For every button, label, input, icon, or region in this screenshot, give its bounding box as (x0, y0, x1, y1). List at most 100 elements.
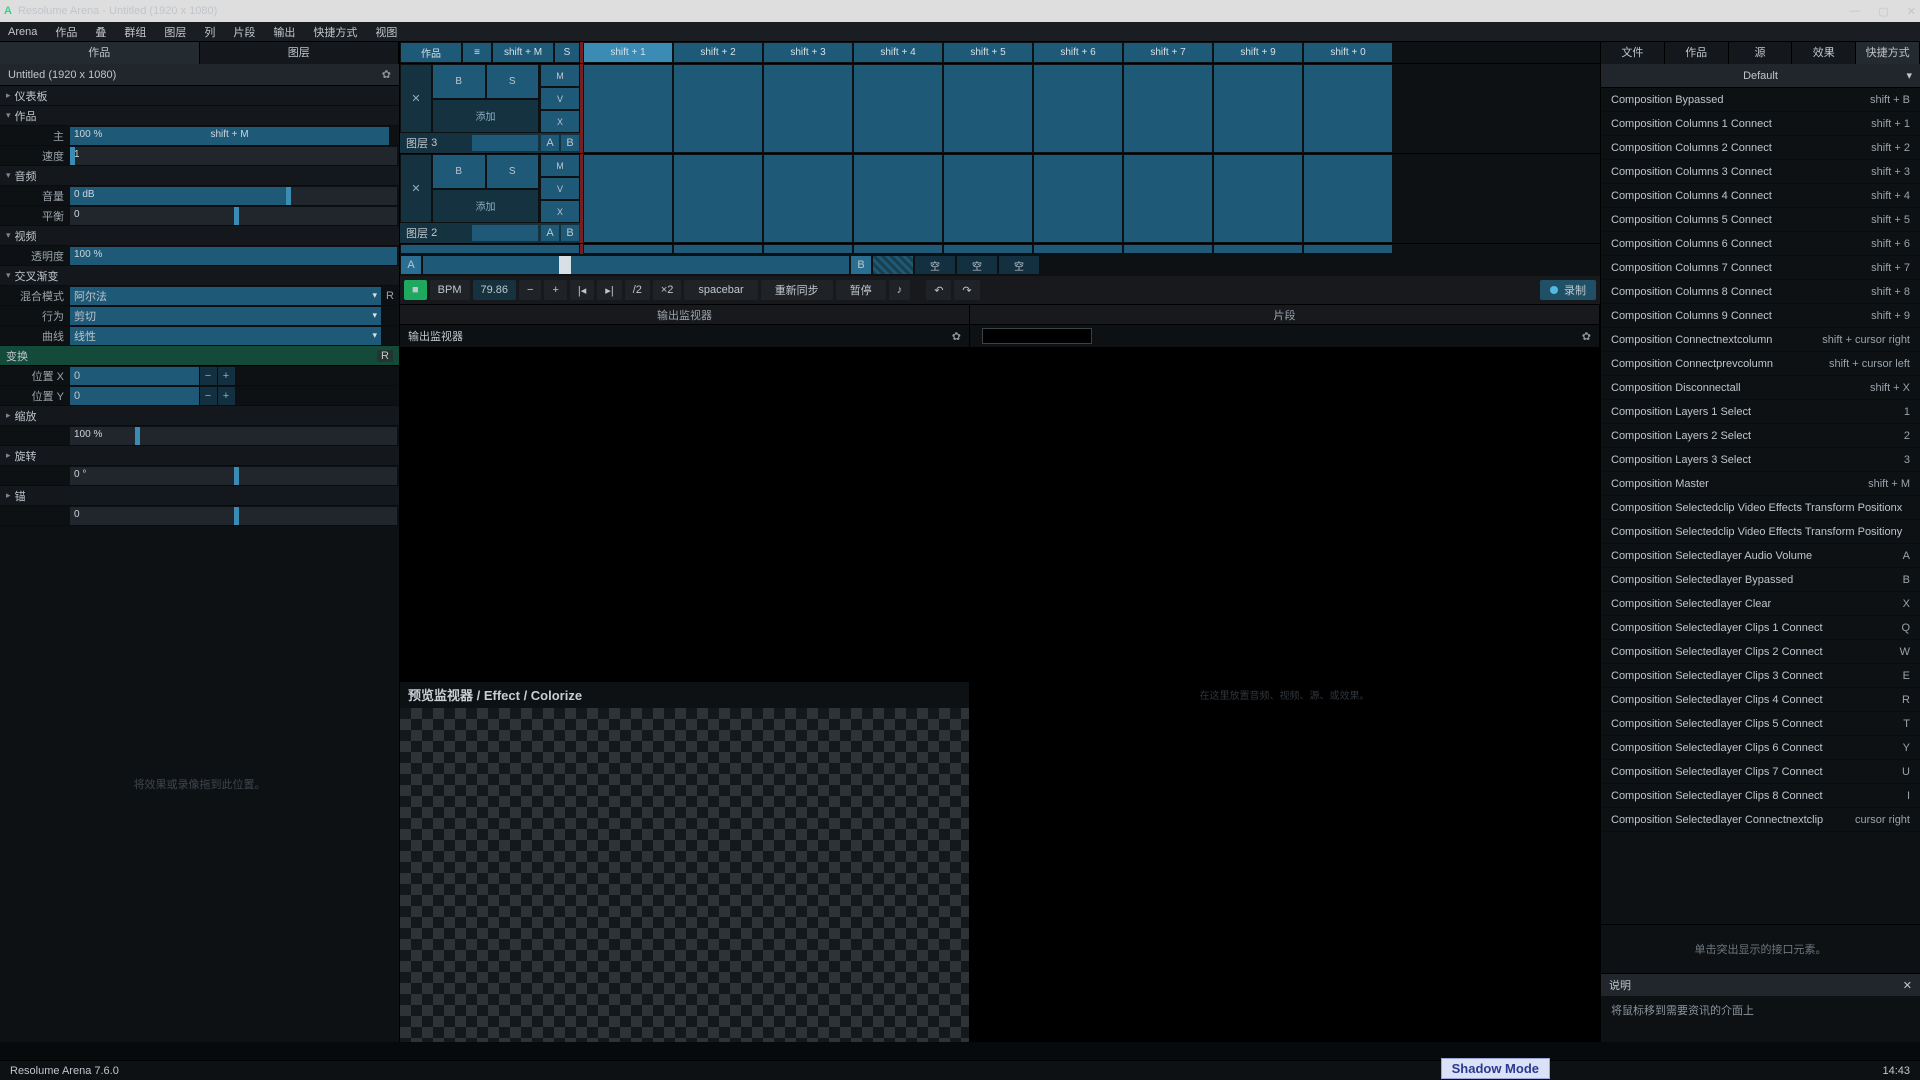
col-block-m[interactable]: ≡ (463, 43, 491, 62)
clip-cell[interactable] (674, 155, 762, 242)
rtab-effects[interactable]: 效果 (1792, 42, 1856, 64)
clip-cell[interactable] (1124, 155, 1212, 242)
layer3-fader[interactable] (472, 135, 538, 151)
param-anchor-slider[interactable]: 0 (70, 507, 397, 525)
menu-shortcuts[interactable]: 快捷方式 (313, 24, 357, 40)
clip-cell[interactable] (1124, 65, 1212, 152)
param-pan-slider[interactable]: 0 (70, 207, 397, 225)
layer3-add[interactable]: 添加 (433, 100, 538, 133)
bpm-double[interactable]: ×2 (653, 280, 682, 300)
param-volume-slider[interactable]: 0 dB (70, 187, 397, 205)
tab-layer[interactable]: 图层 (200, 42, 400, 64)
column-header-6[interactable]: shift + 6 (1034, 43, 1122, 62)
clip-cell[interactable] (944, 155, 1032, 242)
clip-cell[interactable] (854, 245, 942, 253)
desc-close-icon[interactable]: ✕ (1903, 979, 1912, 992)
section-audio[interactable]: 音频 (0, 166, 399, 186)
menu-arena[interactable]: Arena (8, 26, 37, 38)
behavior-dropdown[interactable]: 剪切 (70, 307, 381, 325)
shortcut-row[interactable]: Composition Columns 3 Connectshift + 3 (1601, 160, 1920, 184)
clip-cell[interactable] (1034, 65, 1122, 152)
layer2-b[interactable]: B (433, 155, 485, 188)
menu-output[interactable]: 输出 (273, 24, 295, 40)
shortcut-row[interactable]: Composition Columns 1 Connectshift + 1 (1601, 112, 1920, 136)
cf-empty-1[interactable]: 空 (915, 256, 955, 274)
posx-minus[interactable]: − (199, 367, 217, 385)
clip-cell[interactable] (1304, 65, 1392, 152)
shortcut-row[interactable]: Composition Selectedlayer Connectnextcli… (1601, 808, 1920, 832)
cf-empty-3[interactable]: 空 (999, 256, 1039, 274)
shortcut-row[interactable]: Composition Layers 1 Select1 (1601, 400, 1920, 424)
layer3-bb[interactable]: B (561, 135, 579, 151)
crossfader-hatch[interactable] (873, 256, 913, 274)
clip-cell[interactable] (1034, 245, 1122, 253)
posx-plus[interactable]: + (217, 367, 235, 385)
shortcut-row[interactable]: Composition Selectedlayer Clips 8 Connec… (1601, 784, 1920, 808)
menu-deck[interactable]: 叠 (95, 24, 106, 40)
shortcut-row[interactable]: Composition Selectedlayer Clips 6 Connec… (1601, 736, 1920, 760)
shortcut-row[interactable]: Composition Selectedlayer Audio VolumeA (1601, 544, 1920, 568)
shortcut-row[interactable]: Composition Selectedlayer Clips 5 Connec… (1601, 712, 1920, 736)
col-block-s[interactable]: S (555, 43, 579, 62)
menu-clip[interactable]: 片段 (233, 24, 255, 40)
shortcut-row[interactable]: Composition Selectedlayer Clips 7 Connec… (1601, 760, 1920, 784)
column-header-8[interactable]: shift + 9 (1214, 43, 1302, 62)
shortcut-row[interactable]: Composition Selectedlayer Clips 1 Connec… (1601, 616, 1920, 640)
pause-button[interactable]: 暂停 (836, 280, 886, 300)
bpm-fwd[interactable]: ▸| (597, 280, 621, 300)
layer2-v[interactable]: V (541, 178, 579, 199)
metronome-button[interactable]: ♪ (889, 280, 911, 300)
clip-cell[interactable] (854, 65, 942, 152)
bpm-value[interactable]: 79.86 (473, 280, 517, 300)
section-anchor[interactable]: 锚 (0, 486, 399, 506)
menu-layer[interactable]: 图层 (164, 24, 186, 40)
column-header-7[interactable]: shift + 7 (1124, 43, 1212, 62)
menu-composition[interactable]: 作品 (55, 24, 77, 40)
layer2-a[interactable]: A (541, 225, 559, 241)
record-button[interactable]: 录制 (1540, 280, 1596, 300)
gear-icon[interactable]: ✿ (382, 68, 391, 81)
posy-plus[interactable]: + (217, 387, 235, 405)
section-video[interactable]: 视频 (0, 226, 399, 246)
layer3-v[interactable]: V (541, 88, 579, 109)
clip-cell[interactable] (1034, 155, 1122, 242)
param-r[interactable]: R (381, 290, 399, 302)
cf-empty-2[interactable]: 空 (957, 256, 997, 274)
shortcut-row[interactable]: Composition Columns 6 Connectshift + 6 (1601, 232, 1920, 256)
clip-cell[interactable] (764, 65, 852, 152)
curve-dropdown[interactable]: 线性 (70, 327, 381, 345)
param-rotate-slider[interactable]: 0 ° (70, 467, 397, 485)
clip-cell[interactable] (1214, 155, 1302, 242)
undo-button[interactable]: ↶ (926, 280, 951, 300)
resync-button[interactable]: 重新同步 (761, 280, 833, 300)
play-button[interactable]: ■ (404, 280, 427, 300)
clip-cell[interactable] (1214, 245, 1302, 253)
bpm-back[interactable]: |◂ (570, 280, 594, 300)
shortcut-row[interactable]: Composition Columns 4 Connectshift + 4 (1601, 184, 1920, 208)
posy-stepper[interactable]: 0 − + (70, 387, 235, 405)
shortcut-row[interactable]: Composition Columns 8 Connectshift + 8 (1601, 280, 1920, 304)
clip-cell[interactable] (764, 155, 852, 242)
shortcut-row[interactable]: Composition Selectedclip Video Effects T… (1601, 520, 1920, 544)
shortcut-row[interactable]: Composition Columns 7 Connectshift + 7 (1601, 256, 1920, 280)
layer3-b[interactable]: B (433, 65, 485, 98)
rtab-sources[interactable]: 源 (1729, 42, 1793, 64)
menu-view[interactable]: 视图 (375, 24, 397, 40)
clip-cell[interactable] (1124, 245, 1212, 253)
blend-dropdown[interactable]: 阿尔法 (70, 287, 381, 305)
posy-minus[interactable]: − (199, 387, 217, 405)
preset-dropdown[interactable]: Default (1601, 64, 1920, 88)
section-crossfade[interactable]: 交叉渐变 (0, 266, 399, 286)
column-header-1[interactable]: shift + 1 (584, 43, 672, 62)
param-scale-slider[interactable]: 100 % (70, 427, 397, 445)
param-master-slider[interactable]: 100 % shift + M (70, 127, 389, 145)
maximize-button[interactable]: ▢ (1878, 5, 1888, 18)
layer2-bb[interactable]: B (561, 225, 579, 241)
close-button[interactable]: ✕ (1907, 5, 1916, 18)
layer2-x2[interactable]: X (541, 201, 579, 222)
clip-cell[interactable] (944, 245, 1032, 253)
layer3-a[interactable]: A (541, 135, 559, 151)
section-transform[interactable]: 变换 (6, 348, 28, 364)
clip-cell[interactable] (1304, 155, 1392, 242)
clip-cell[interactable] (584, 155, 672, 242)
